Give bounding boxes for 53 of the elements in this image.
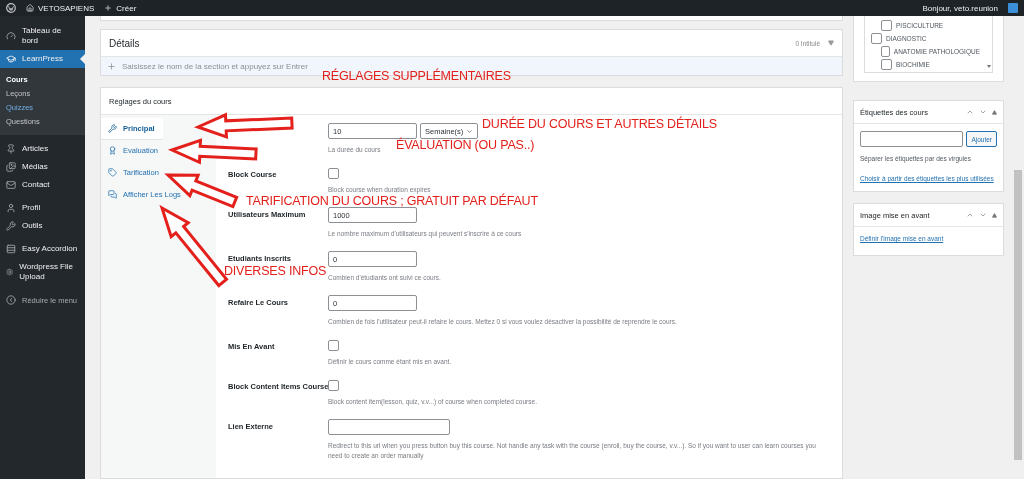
wrench-icon [108, 124, 117, 133]
menu-item[interactable]: Médias [0, 158, 85, 176]
menu-item[interactable]: Easy Accordion [0, 240, 85, 258]
site-link[interactable]: VETOSAPIENS [26, 3, 95, 13]
gear-icon [6, 267, 14, 277]
checkbox[interactable] [871, 33, 882, 44]
plus-icon [107, 61, 116, 71]
chevron-down-icon [466, 127, 474, 135]
award-icon [108, 146, 117, 155]
menu-item[interactable]: Outils [0, 217, 85, 235]
pin-icon [6, 144, 16, 154]
chevron-down-icon[interactable] [979, 211, 987, 219]
menu-item[interactable]: LearnPress [0, 50, 85, 68]
annotation-text: TARIFICATION DU COURS ; GRATUIT PAR DÉFAUT [246, 195, 538, 208]
annotation-text: DIVERSES INFOS [224, 265, 327, 278]
collapse-icon [6, 295, 16, 305]
scrollbar-thumb[interactable] [1014, 170, 1022, 460]
mail-icon [6, 180, 16, 190]
plus-icon [104, 4, 113, 12]
menu-item[interactable]: Articles [0, 140, 85, 158]
user-icon [6, 203, 16, 213]
checkbox[interactable] [328, 379, 339, 391]
chevron-up-icon[interactable] [966, 108, 974, 116]
menu-item[interactable]: Profil [0, 199, 85, 217]
graduation-cap-icon [6, 54, 16, 64]
gauge-icon [6, 31, 16, 41]
annotation-text: ÉVALUATION (OU PAS..) [396, 139, 535, 152]
chevron-up-icon[interactable] [966, 211, 974, 219]
tag-icon [108, 168, 117, 177]
chat-bubbles-icon [108, 190, 117, 199]
wrench-icon [6, 221, 16, 231]
tag-input[interactable] [860, 131, 964, 147]
menu-item[interactable]: Wordpress File Upload [0, 258, 85, 286]
panel-title: Détails [109, 37, 140, 49]
menu-item[interactable]: Tableau de bord [0, 22, 85, 50]
chevron-down-icon[interactable] [979, 108, 987, 116]
triangle-icon[interactable] [992, 212, 997, 218]
checkbox[interactable] [328, 339, 339, 351]
wordpress-logo-icon[interactable] [6, 3, 16, 13]
dropdown-triangle-icon[interactable] [828, 40, 834, 46]
menu-item[interactable]: Contact [0, 176, 85, 194]
checkbox[interactable] [881, 46, 890, 57]
new-link[interactable]: Créer [104, 3, 137, 13]
images-icon [6, 162, 16, 172]
greeting-link[interactable]: Bonjour, veto.reunion [922, 3, 998, 13]
checkbox[interactable] [328, 167, 339, 179]
url-input[interactable] [328, 419, 450, 435]
triangle-icon[interactable] [992, 109, 997, 115]
home-icon [26, 4, 34, 12]
checkbox[interactable] [881, 59, 892, 70]
rows-icon [6, 244, 16, 254]
checkbox[interactable] [881, 20, 892, 31]
annotation-text: DURÉE DU COURS ET AUTRES DÉTAILS [482, 118, 717, 131]
